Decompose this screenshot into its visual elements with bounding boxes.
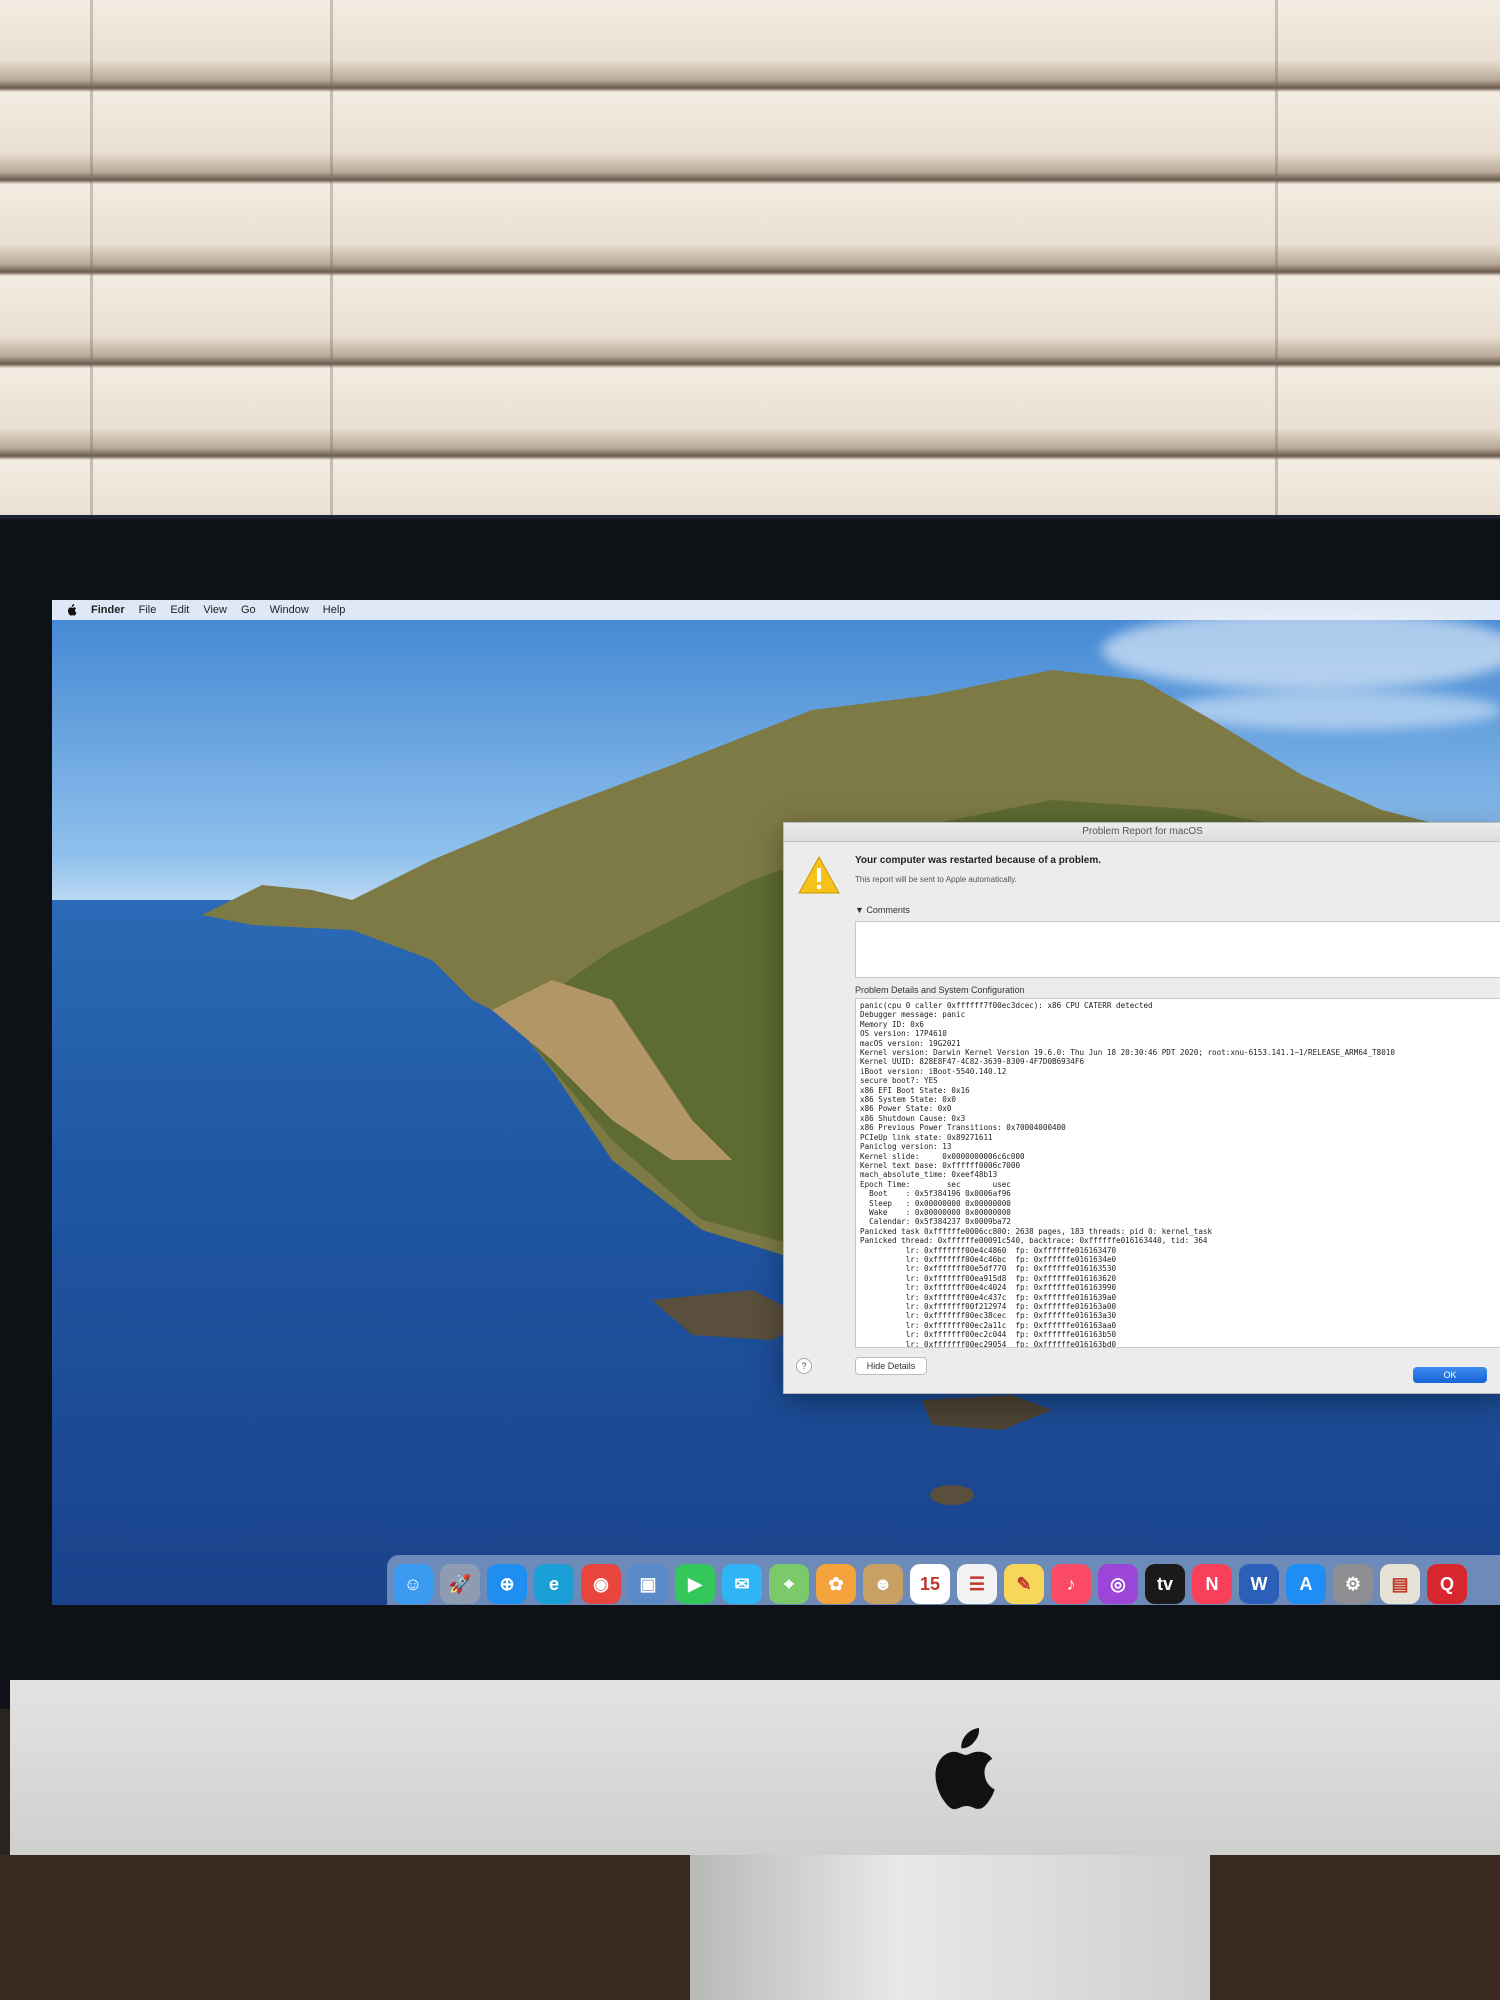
- details-line: x86 System State: 0x0: [860, 1095, 957, 1105]
- details-line: x86 Previous Power Transitions: 0x700040…: [860, 1123, 1066, 1133]
- details-line: macOS version: 19G2021: [860, 1038, 961, 1048]
- details-line: lr: 0xfffffff00e4c437c fp: 0xffffffe0161…: [860, 1292, 1117, 1302]
- details-line: lr: 0xfffffff00ec2c044 fp: 0xffffffe0161…: [860, 1330, 1117, 1340]
- details-line: lr: 0xfffffff00e4c46bc fp: 0xffffffe0161…: [860, 1254, 1117, 1264]
- details-line: lr: 0xfffffff00ea915d8 fp: 0xffffffe0161…: [860, 1273, 1117, 1283]
- desk: [0, 1855, 690, 2000]
- details-line: OS version: 17P4610: [860, 1029, 947, 1039]
- details-line: panic(cpu 0 caller 0xffffff7f00ec3dcec):…: [860, 1001, 1153, 1010]
- safari-icon[interactable]: ⊕: [487, 1564, 527, 1604]
- warning-icon: [798, 855, 840, 894]
- podcasts-icon[interactable]: ◎: [1098, 1564, 1138, 1604]
- details-line: Calendar: 0x5f384237 0x0009ba72: [860, 1217, 1011, 1227]
- notes-icon[interactable]: ✎: [1004, 1564, 1044, 1604]
- details-label: Problem Details and System Configuration: [855, 985, 1025, 995]
- blind-cord: [90, 0, 93, 520]
- report-heading: Your computer was restarted because of a…: [855, 855, 1101, 866]
- calendar-icon[interactable]: 15: [910, 1564, 950, 1604]
- details-line: Wake : 0x00000000 0x00000000: [860, 1207, 1011, 1217]
- details-line: Kernel slide: 0x0000000006c6c000: [860, 1151, 1025, 1161]
- details-line: lr: 0xfffffff00e4c4860 fp: 0xffffffe0161…: [860, 1245, 1117, 1255]
- quicken-icon[interactable]: Q: [1427, 1564, 1467, 1604]
- dock: ☺ 🚀 ⊕ e ◉ ▣ ▶ ✉ ⌖ ✿ ☻ 15 ☰ ✎ ♪ ◎ tv N W A ⚙ ▤ Q: [387, 1555, 1500, 1605]
- details-line: Panicked thread: 0xffffffe00091c540, bac…: [860, 1236, 1208, 1246]
- system-preferences-icon[interactable]: ⚙: [1333, 1564, 1373, 1604]
- word-icon[interactable]: W: [1239, 1564, 1279, 1604]
- details-line: lr: 0xfffffff00e5df770 fp: 0xffffffe0161…: [860, 1264, 1117, 1274]
- menu-bar: Finder File Edit View Go Window Help: [52, 600, 1500, 620]
- details-line: Memory ID: 0x6: [860, 1019, 925, 1029]
- details-line: x86 EFI Boot State: 0x16: [860, 1085, 970, 1095]
- preview-icon[interactable]: ▣: [628, 1564, 668, 1604]
- edge-icon[interactable]: e: [534, 1564, 574, 1604]
- music-icon[interactable]: ♪: [1051, 1564, 1091, 1604]
- messages-icon[interactable]: ✉: [722, 1564, 762, 1604]
- menu-file[interactable]: File: [139, 604, 157, 616]
- menu-window[interactable]: Window: [270, 604, 309, 616]
- apple-menu-icon[interactable]: [66, 604, 77, 616]
- app-store-icon[interactable]: A: [1286, 1564, 1326, 1604]
- details-line: Boot : 0x5f384196 0x0006af96: [860, 1189, 1011, 1199]
- photos-icon[interactable]: ✿: [816, 1564, 856, 1604]
- apple-logo-icon: [935, 1728, 995, 1810]
- chrome-icon[interactable]: ◉: [581, 1564, 621, 1604]
- details-line: Kernel text base: 0xffffff0006c7000: [860, 1160, 1021, 1170]
- details-line: Panicked task 0xffffffe0006cc800: 2638 p…: [860, 1226, 1213, 1236]
- ok-button[interactable]: OK: [1413, 1367, 1487, 1383]
- details-textview[interactable]: panic(cpu 0 caller 0xffffff7f00ec3dcec):…: [855, 998, 1500, 1348]
- details-line: lr: 0xfffffff00ec38cec fp: 0xffffffe0161…: [860, 1311, 1117, 1321]
- news-icon[interactable]: N: [1192, 1564, 1232, 1604]
- maps-icon[interactable]: ⌖: [769, 1564, 809, 1604]
- comments-disclosure[interactable]: ▼ Comments: [855, 905, 910, 915]
- textedit-icon[interactable]: ▤: [1380, 1564, 1420, 1604]
- tv-icon[interactable]: tv: [1145, 1564, 1185, 1604]
- imac-stand: [690, 1855, 1210, 2000]
- details-line: x86 Power State: 0x0: [860, 1104, 952, 1114]
- comments-field[interactable]: [855, 921, 1500, 978]
- menu-view[interactable]: View: [203, 604, 227, 616]
- launchpad-icon[interactable]: 🚀: [440, 1564, 480, 1604]
- window-title: Problem Report for macOS: [784, 823, 1500, 842]
- contacts-icon[interactable]: ☻: [863, 1564, 903, 1604]
- menu-go[interactable]: Go: [241, 604, 256, 616]
- desktop-screen: Finder File Edit View Go Window Help Pro…: [52, 600, 1500, 1605]
- details-line: PCIeUp link state: 0x89271611: [860, 1132, 993, 1142]
- details-line: Sleep : 0x00000000 0x00000000: [860, 1198, 1011, 1208]
- finder-icon[interactable]: ☺: [393, 1564, 433, 1604]
- window-blinds: [0, 0, 1500, 560]
- details-line: secure boot?: YES: [860, 1076, 938, 1086]
- facetime-icon[interactable]: ▶: [675, 1564, 715, 1604]
- hide-details-button[interactable]: Hide Details: [855, 1357, 927, 1375]
- blind-cord: [330, 0, 333, 520]
- details-line: Kernel UUID: 828E8F47-4C82-3639-8309-4F7…: [860, 1057, 1085, 1067]
- details-line: lr: 0xfffffff00f212974 fp: 0xffffffe0161…: [860, 1302, 1117, 1311]
- menu-finder[interactable]: Finder: [91, 604, 125, 616]
- problem-report-window: Problem Report for macOS Your computer w…: [783, 822, 1500, 1394]
- details-line: x86 Shutdown Cause: 0x3: [860, 1113, 966, 1123]
- menu-help[interactable]: Help: [323, 604, 346, 616]
- details-line: Epoch Time: sec usec: [860, 1179, 1011, 1189]
- details-line: Debugger message: panic: [860, 1010, 966, 1020]
- details-line: Paniclog version: 13: [860, 1142, 952, 1152]
- menu-edit[interactable]: Edit: [170, 604, 189, 616]
- report-subtext: This report will be sent to Apple automa…: [855, 875, 1017, 884]
- details-line: lr: 0xfffffff00e4c4024 fp: 0xffffffe0161…: [860, 1283, 1117, 1293]
- help-button[interactable]: ?: [796, 1358, 812, 1374]
- desk: [1210, 1855, 1500, 2000]
- blind-cord: [1275, 0, 1278, 520]
- details-line: iBoot version: iBoot-5540.140.12: [860, 1066, 1007, 1076]
- details-line: Kernel version: Darwin Kernel Version 19…: [860, 1048, 1395, 1058]
- reminders-icon[interactable]: ☰: [957, 1564, 997, 1604]
- imac-chin: [10, 1680, 1500, 1857]
- details-line: mach_absolute_time: 0xeef48b13: [860, 1170, 998, 1180]
- details-line: lr: 0xfffffff00ec2a11c fp: 0xffffffe0161…: [860, 1320, 1117, 1330]
- details-line: lr: 0xfffffff00ec29054 fp: 0xffffffe0161…: [860, 1339, 1117, 1348]
